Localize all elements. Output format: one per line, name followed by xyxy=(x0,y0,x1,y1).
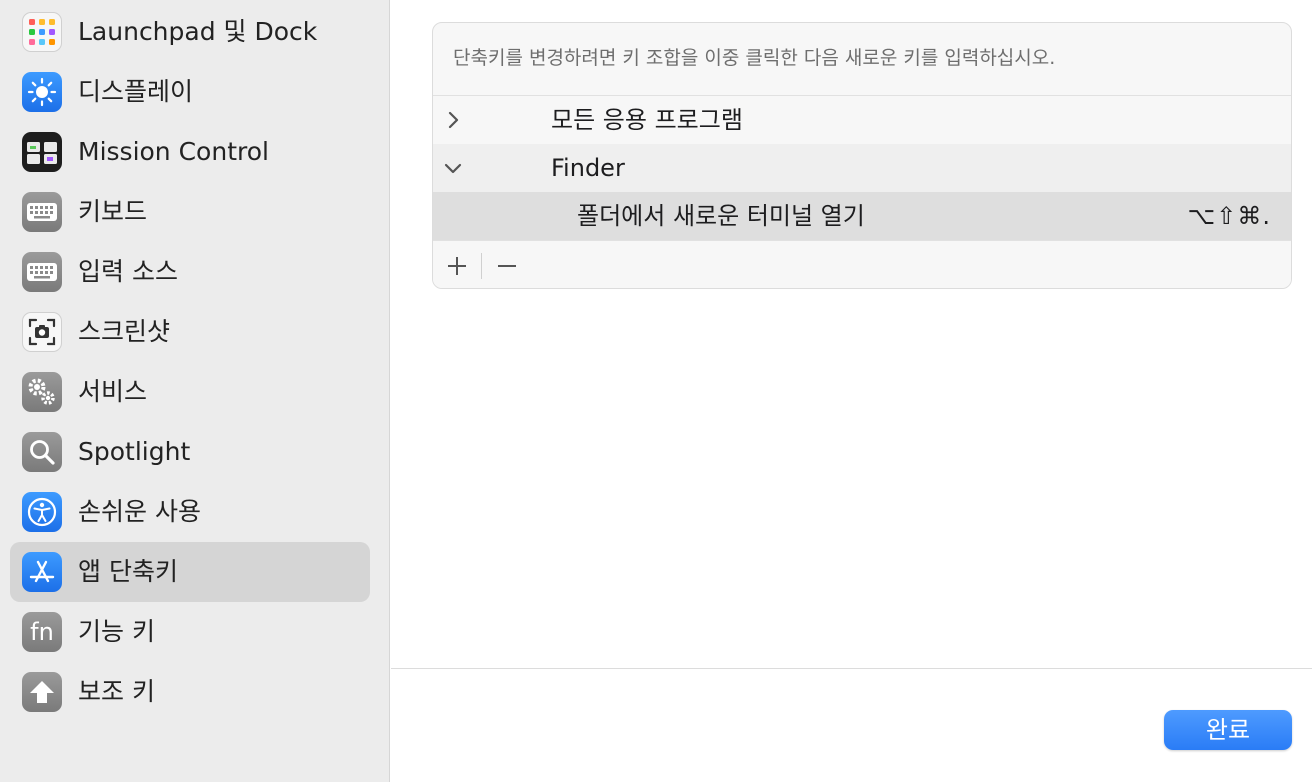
sidebar: Launchpad 및 Dock 디스플레이 Mission Control 키… xyxy=(0,0,390,782)
group-label: Finder xyxy=(551,154,625,182)
shortcut-group-all-apps[interactable]: 모든 응용 프로그램 xyxy=(433,96,1291,144)
add-shortcut-button[interactable] xyxy=(439,249,475,283)
modifier-key-icon xyxy=(22,672,62,712)
services-gears-icon xyxy=(22,372,62,412)
shortcuts-table-panel: 단축키를 변경하려면 키 조합을 이중 클릭한 다음 새로운 키를 입력하십시오… xyxy=(432,22,1292,289)
sidebar-item-modifier-keys[interactable]: 보조 키 xyxy=(10,662,370,722)
sidebar-item-services[interactable]: 서비스 xyxy=(10,362,370,422)
sidebar-item-label: 손쉬운 사용 xyxy=(78,497,201,526)
sidebar-item-label: 디스플레이 xyxy=(78,77,194,106)
sidebar-item-label: 키보드 xyxy=(78,197,148,226)
sidebar-item-function-keys[interactable]: fn 기능 키 xyxy=(10,602,370,662)
sidebar-item-label: 서비스 xyxy=(78,377,148,406)
keyboard-icon xyxy=(22,192,62,232)
instruction-text: 단축키를 변경하려면 키 조합을 이중 클릭한 다음 새로운 키를 입력하십시오… xyxy=(453,47,1056,69)
shortcut-command-label: 폴더에서 새로운 터미널 열기 xyxy=(577,202,865,230)
accessibility-icon xyxy=(22,492,62,532)
toolbar-separator xyxy=(481,253,482,279)
sidebar-item-screenshot[interactable]: 스크린샷 xyxy=(10,302,370,362)
app-store-icon xyxy=(22,552,62,592)
sidebar-item-spotlight[interactable]: Spotlight xyxy=(10,422,370,482)
sidebar-item-display[interactable]: 디스플레이 xyxy=(10,62,370,122)
sidebar-item-label: Mission Control xyxy=(78,137,269,166)
sidebar-item-label: Launchpad 및 Dock xyxy=(78,17,318,46)
sidebar-item-label: 앱 단축키 xyxy=(78,557,178,586)
sidebar-item-mission-control[interactable]: Mission Control xyxy=(10,122,370,182)
input-sources-icon xyxy=(22,252,62,292)
sidebar-item-label: Spotlight xyxy=(78,437,191,466)
sidebar-item-keyboard[interactable]: 키보드 xyxy=(10,182,370,242)
sidebar-item-input-sources[interactable]: 입력 소스 xyxy=(10,242,370,302)
display-brightness-icon xyxy=(22,72,62,112)
shortcut-row[interactable]: 폴더에서 새로운 터미널 열기 ⌥⇧⌘. xyxy=(433,192,1291,240)
spotlight-magnifier-icon xyxy=(22,432,62,472)
table-toolbar xyxy=(433,240,1291,288)
plus-icon xyxy=(448,257,466,275)
chevron-right-icon[interactable] xyxy=(441,108,465,132)
launchpad-icon xyxy=(22,12,62,52)
minus-icon xyxy=(498,265,516,267)
sidebar-item-app-shortcuts[interactable]: 앱 단축키 xyxy=(10,542,370,602)
footer-divider xyxy=(391,668,1312,669)
mission-control-icon xyxy=(22,132,62,172)
sidebar-item-launchpad-dock[interactable]: Launchpad 및 Dock xyxy=(10,2,370,62)
chevron-down-icon[interactable] xyxy=(441,156,465,180)
sidebar-item-label: 기능 키 xyxy=(78,617,155,646)
sidebar-item-label: 입력 소스 xyxy=(78,257,178,286)
group-label: 모든 응용 프로그램 xyxy=(551,106,743,134)
shortcut-keys[interactable]: ⌥⇧⌘. xyxy=(1188,192,1271,240)
remove-shortcut-button[interactable] xyxy=(489,249,525,283)
done-button[interactable]: 완료 xyxy=(1164,710,1292,750)
fn-key-icon: fn xyxy=(22,612,62,652)
sidebar-item-label: 스크린샷 xyxy=(78,317,171,346)
shortcut-group-finder[interactable]: Finder xyxy=(433,144,1291,192)
sidebar-item-label: 보조 키 xyxy=(78,677,155,706)
screenshot-camera-icon xyxy=(22,312,62,352)
sidebar-item-accessibility[interactable]: 손쉬운 사용 xyxy=(10,482,370,542)
